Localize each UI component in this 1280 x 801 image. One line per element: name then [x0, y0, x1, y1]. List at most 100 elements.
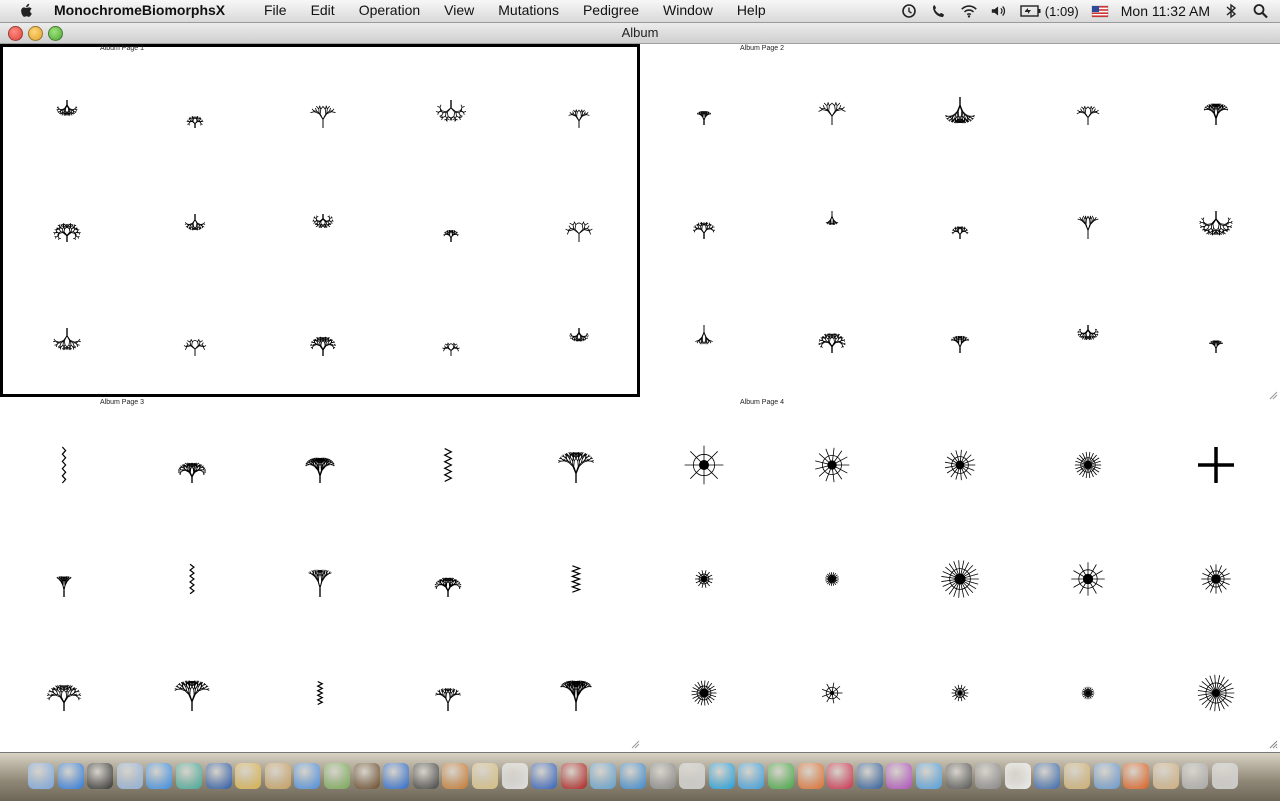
keynote-icon[interactable] — [235, 763, 261, 789]
album-page-3[interactable]: Album Page 3 — [0, 398, 638, 750]
minimize-button[interactable] — [28, 26, 43, 41]
biomorph-cell[interactable] — [549, 84, 609, 144]
biomorph-cell[interactable] — [802, 549, 862, 609]
biomorph-cell[interactable] — [674, 81, 734, 141]
biomorph-cell[interactable] — [162, 435, 222, 495]
pages-icon[interactable] — [798, 763, 824, 789]
biomorph-cell[interactable] — [802, 309, 862, 369]
wps-icon[interactable] — [738, 763, 764, 789]
album-page-1[interactable]: Album Page 1 — [0, 44, 640, 397]
calculator-icon[interactable] — [679, 763, 705, 789]
biomorph-cell[interactable] — [162, 549, 222, 609]
biomorph-cell[interactable] — [421, 84, 481, 144]
biomorph-cell[interactable] — [802, 195, 862, 255]
app-store-icon[interactable] — [58, 763, 84, 789]
biomorph-cell[interactable] — [930, 663, 990, 723]
biomorph-cell[interactable] — [1058, 663, 1118, 723]
biomorph-cell[interactable] — [1186, 81, 1246, 141]
biomorph-cell[interactable] — [37, 198, 97, 258]
contacts-icon[interactable] — [265, 763, 291, 789]
photobooth-icon[interactable] — [561, 763, 587, 789]
biomorph-cell[interactable] — [34, 663, 94, 723]
biomorph-cell[interactable] — [290, 549, 350, 609]
biomorph-cell[interactable] — [293, 198, 353, 258]
biomorph-cell[interactable] — [37, 312, 97, 372]
skype-icon[interactable] — [709, 763, 735, 789]
home-icon[interactable] — [1034, 763, 1060, 789]
biomorph-cell[interactable] — [1186, 309, 1246, 369]
menu-operation[interactable]: Operation — [347, 2, 432, 18]
clock[interactable]: Mon 11:32 AM — [1121, 3, 1210, 19]
quicktime-icon[interactable] — [531, 763, 557, 789]
biomorph-cell[interactable] — [165, 84, 225, 144]
biomorph-cell[interactable] — [293, 312, 353, 372]
biomorph-cell[interactable] — [549, 198, 609, 258]
biomorph-cell[interactable] — [674, 435, 734, 495]
dvd-player-icon[interactable] — [383, 763, 409, 789]
trash-icon[interactable] — [1212, 763, 1238, 789]
zoom-button[interactable] — [48, 26, 63, 41]
biomorph-cell[interactable] — [421, 312, 481, 372]
biomorph-cell[interactable] — [1058, 81, 1118, 141]
title-bar[interactable]: Album — [0, 23, 1280, 44]
imovie-icon[interactable] — [354, 763, 380, 789]
spotlight-icon[interactable] — [1252, 3, 1270, 19]
xcode-icon[interactable] — [206, 763, 232, 789]
volume-icon[interactable] — [990, 3, 1008, 19]
album-page-2[interactable]: Album Page 2 — [640, 44, 1278, 396]
instruments-icon[interactable] — [590, 763, 616, 789]
biomorph-cell[interactable] — [802, 81, 862, 141]
biomorph-cell[interactable] — [546, 549, 606, 609]
biomorph-cell[interactable] — [546, 663, 606, 723]
biomorph-cell[interactable] — [418, 435, 478, 495]
biomorph-cell[interactable] — [1186, 435, 1246, 495]
biomorph-cell[interactable] — [674, 309, 734, 369]
people-icon[interactable] — [916, 763, 942, 789]
iphoto-icon[interactable] — [324, 763, 350, 789]
itunes-icon[interactable] — [294, 763, 320, 789]
close-button[interactable] — [8, 26, 23, 41]
page-resize-handle[interactable] — [1268, 390, 1278, 400]
word-icon[interactable] — [620, 763, 646, 789]
menu-edit[interactable]: Edit — [299, 2, 347, 18]
biomorph-cell[interactable] — [162, 663, 222, 723]
dashboard-icon[interactable] — [87, 763, 113, 789]
safari-icon[interactable] — [146, 763, 172, 789]
camera-icon[interactable] — [857, 763, 883, 789]
biomorph-cell[interactable] — [165, 312, 225, 372]
document-icon[interactable] — [1153, 763, 1179, 789]
phone-icon[interactable] — [930, 3, 948, 19]
biomorph-cell[interactable] — [674, 195, 734, 255]
biomorph-cell[interactable] — [1186, 663, 1246, 723]
window-resize-handle[interactable] — [1268, 739, 1278, 749]
biomorph-cell[interactable] — [290, 663, 350, 723]
biomorph-cell[interactable] — [34, 549, 94, 609]
biomorph-cell[interactable] — [674, 663, 734, 723]
menu-pedigree[interactable]: Pedigree — [571, 2, 651, 18]
biomorph-cell[interactable] — [37, 84, 97, 144]
biomorph-cell[interactable] — [34, 435, 94, 495]
finder-icon[interactable] — [28, 763, 54, 789]
menu-help[interactable]: Help — [725, 2, 778, 18]
facetime-icon[interactable] — [176, 763, 202, 789]
folder-icon[interactable] — [1064, 763, 1090, 789]
biomorph-cell[interactable] — [546, 435, 606, 495]
biomorph-cell[interactable] — [165, 198, 225, 258]
flag-icon[interactable] — [1091, 3, 1109, 19]
bulb-icon[interactable] — [1005, 763, 1031, 789]
calendar-icon[interactable] — [502, 763, 528, 789]
menu-window[interactable]: Window — [651, 2, 725, 18]
clapper-icon[interactable] — [413, 763, 439, 789]
biomorph-cell[interactable] — [293, 84, 353, 144]
bluetooth-icon[interactable] — [1222, 3, 1240, 19]
biomorph-cell[interactable] — [1186, 195, 1246, 255]
biomorph-cell[interactable] — [1186, 549, 1246, 609]
firefox-icon[interactable] — [1123, 763, 1149, 789]
biomorph-cell[interactable] — [930, 309, 990, 369]
menu-view[interactable]: View — [432, 2, 486, 18]
biomorph-cell[interactable] — [549, 312, 609, 372]
battery-status[interactable]: (1:09) — [1020, 3, 1079, 19]
wps-writer-icon[interactable] — [827, 763, 853, 789]
biomorph-cell[interactable] — [802, 663, 862, 723]
biomorph-cell[interactable] — [290, 435, 350, 495]
